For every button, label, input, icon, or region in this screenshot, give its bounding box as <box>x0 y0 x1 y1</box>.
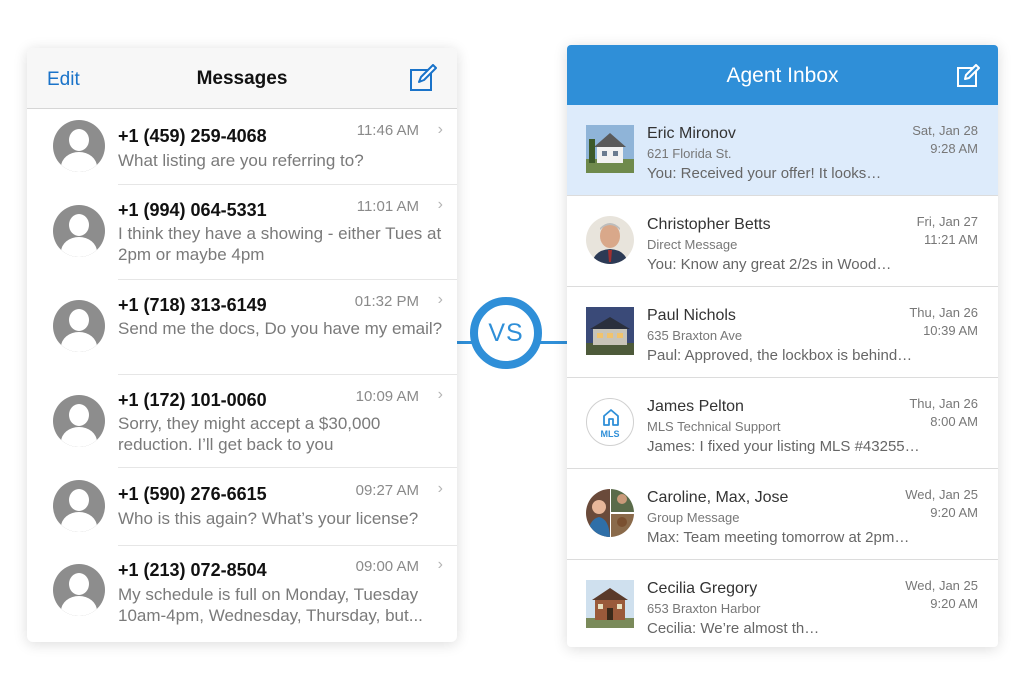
message-preview: Send me the docs, Do you have my email? <box>118 319 443 338</box>
list-item[interactable]: +1 (994) 064-5331 11:01 AM › I think the… <box>27 185 457 280</box>
message-date: Fri, Jan 27 <box>916 214 978 229</box>
message-time: 09:27 AM <box>355 482 419 499</box>
agent-inbox-panel: Agent Inbox Eric Mironov 621 Florida St.… <box>567 45 998 647</box>
message-date: Wed, Jan 25 <box>905 487 978 502</box>
avatar-icon <box>53 564 105 616</box>
message-preview: You: Received your offer! It looks… <box>647 165 882 182</box>
vs-label: VS <box>488 318 524 347</box>
mls-logo: MLS <box>586 398 634 446</box>
message-preview: I think they have a showing - either Tue… <box>118 224 442 264</box>
group-avatar <box>586 489 634 537</box>
message-time: 9:20 AM <box>930 505 978 520</box>
message-preview: My schedule is full on Monday, Tuesday 1… <box>118 585 423 625</box>
message-time: 11:21 AM <box>924 232 978 247</box>
message-preview: Who is this again? What’s your license? <box>118 509 419 528</box>
message-time: 9:28 AM <box>930 141 978 156</box>
message-preview: Cecilia: We’re almost th… <box>647 620 820 637</box>
avatar-icon <box>53 480 105 532</box>
message-preview: What listing are you referring to? <box>118 151 364 170</box>
chevron-right-icon: › <box>437 291 443 308</box>
message-time: 11:01 AM <box>356 198 419 215</box>
contact-name: Eric Mironov <box>647 125 736 142</box>
avatar-icon <box>53 300 105 352</box>
contact-name: Cecilia Gregory <box>647 580 758 597</box>
messages-panel: Edit Messages +1 (459) 259-4068 11:46 AM… <box>27 48 457 642</box>
message-time: 10:39 AM <box>923 323 978 338</box>
compose-icon[interactable] <box>956 64 980 88</box>
sender-phone: +1 (213) 072-8504 <box>118 560 267 580</box>
list-item[interactable]: +1 (459) 259-4068 11:46 AM › What listin… <box>27 108 457 184</box>
message-time: 9:20 AM <box>930 596 978 611</box>
home-icon <box>603 409 619 426</box>
contact-subtitle: MLS Technical Support <box>647 419 781 434</box>
list-item[interactable]: +1 (172) 101-0060 10:09 AM › Sorry, they… <box>27 375 457 468</box>
message-time: 01:32 PM <box>354 293 419 310</box>
conversation-item[interactable]: Christopher Betts Direct Message You: Kn… <box>567 196 998 287</box>
conversation-item[interactable]: Paul Nichols 635 Braxton Ave Paul: Appro… <box>567 287 998 378</box>
message-preview: James: I fixed your listing MLS #43255… <box>647 438 920 455</box>
message-time: 11:46 AM <box>356 122 419 139</box>
chevron-right-icon: › <box>437 121 443 138</box>
sender-phone: +1 (459) 259-4068 <box>118 126 267 146</box>
contact-subtitle: 621 Florida St. <box>647 146 732 161</box>
contact-subtitle: 635 Braxton Ave <box>647 328 743 343</box>
avatar-icon <box>53 205 105 257</box>
message-date: Thu, Jan 26 <box>909 396 978 411</box>
message-time: 09:00 AM <box>355 558 419 575</box>
message-preview: You: Know any great 2/2s in Wood… <box>647 256 892 273</box>
conversation-item[interactable]: Cecilia Gregory 653 Braxton Harbor Cecil… <box>567 560 998 647</box>
message-preview: Paul: Approved, the lockbox is behind… <box>647 347 913 364</box>
contact-name: James Pelton <box>647 398 744 415</box>
chevron-right-icon: › <box>437 556 443 573</box>
sender-phone: +1 (994) 064-5331 <box>118 200 267 220</box>
avatar <box>586 216 634 264</box>
compose-icon[interactable] <box>409 64 437 92</box>
avatar-icon <box>53 120 105 172</box>
inbox-header: Agent Inbox <box>567 45 998 105</box>
vs-badge: VS <box>470 297 542 369</box>
page-title: Messages <box>196 68 288 89</box>
message-date: Wed, Jan 25 <box>905 578 978 593</box>
chevron-right-icon: › <box>437 386 443 403</box>
message-date: Sat, Jan 28 <box>912 123 978 138</box>
page-title: Agent Inbox <box>726 64 839 87</box>
message-date: Thu, Jan 26 <box>909 305 978 320</box>
contact-subtitle: Group Message <box>647 510 740 525</box>
list-item[interactable]: +1 (590) 276-6615 09:27 AM › Who is this… <box>27 468 457 546</box>
chevron-right-icon: › <box>437 480 443 497</box>
house-photo <box>586 307 634 355</box>
message-time: 10:09 AM <box>355 388 419 405</box>
chevron-right-icon: › <box>437 196 443 213</box>
conversation-item[interactable]: Caroline, Max, Jose Group Message Max: T… <box>567 469 998 560</box>
conversation-item[interactable]: MLS James Pelton MLS Technical Support J… <box>567 378 998 469</box>
list-item[interactable]: +1 (718) 313-6149 01:32 PM › Send me the… <box>27 280 457 375</box>
contact-name: Caroline, Max, Jose <box>647 489 789 506</box>
conversation-item[interactable]: Eric Mironov 621 Florida St. You: Receiv… <box>567 105 998 196</box>
sender-phone: +1 (172) 101-0060 <box>118 390 267 410</box>
list-item[interactable]: +1 (213) 072-8504 09:00 AM › My schedule… <box>27 546 457 642</box>
avatar-icon <box>53 395 105 447</box>
message-time: 8:00 AM <box>930 414 978 429</box>
contact-subtitle: Direct Message <box>647 237 738 252</box>
message-preview: Max: Team meeting tomorrow at 2pm… <box>647 529 910 546</box>
contact-subtitle: 653 Braxton Harbor <box>647 601 761 616</box>
house-photo <box>586 125 634 173</box>
mls-logo-text: MLS <box>600 429 620 439</box>
message-preview: Sorry, they might accept a $30,000 reduc… <box>118 414 381 454</box>
house-photo <box>586 580 634 628</box>
messages-header: Edit Messages <box>27 48 457 109</box>
sender-phone: +1 (718) 313-6149 <box>118 295 267 315</box>
contact-name: Christopher Betts <box>647 216 771 233</box>
contact-name: Paul Nichols <box>647 307 736 324</box>
sender-phone: +1 (590) 276-6615 <box>118 484 267 504</box>
